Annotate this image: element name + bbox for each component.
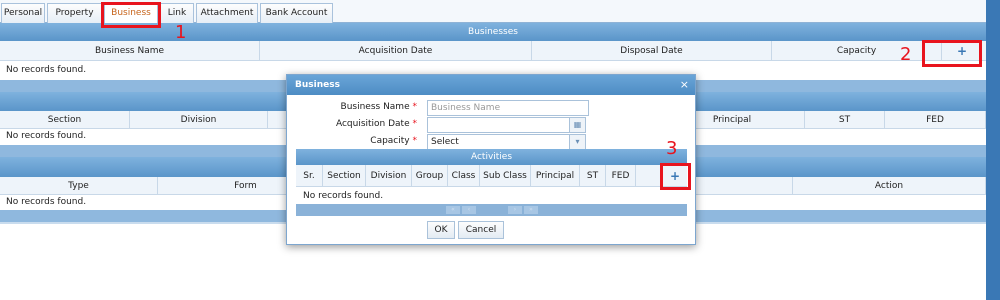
business-name-label: Business Name * xyxy=(287,102,417,112)
activities-empty-text: No records found. xyxy=(303,191,384,201)
prev-page-icon[interactable]: ‹ xyxy=(462,206,476,214)
col-fed[interactable]: FED xyxy=(885,111,986,129)
col-division[interactable]: Division xyxy=(130,111,268,129)
col-activity-class[interactable]: Class xyxy=(448,165,480,187)
col-section[interactable]: Section xyxy=(0,111,130,129)
ok-button[interactable]: OK xyxy=(427,221,455,239)
required-mark: * xyxy=(412,102,418,112)
col-activity-st[interactable]: ST xyxy=(580,165,606,187)
activities-title: Activities xyxy=(470,152,513,162)
col-acquisition-date[interactable]: Acquisition Date xyxy=(260,41,532,61)
acquisition-date-label-text: Acquisition Date xyxy=(335,119,410,129)
businesses-title: Businesses xyxy=(468,27,518,37)
close-icon[interactable]: × xyxy=(680,75,689,95)
businesses-column-header: Business Name Acquisition Date Disposal … xyxy=(0,41,986,61)
col-business-name[interactable]: Business Name xyxy=(0,41,260,61)
required-mark: * xyxy=(412,136,418,146)
col-action[interactable]: Action xyxy=(792,177,986,195)
tab-attachment[interactable]: Attachment xyxy=(196,3,258,23)
business-dialog: Business × Business Name * Business Name… xyxy=(286,74,696,245)
col-activity-sub-class[interactable]: Sub Class xyxy=(480,165,531,187)
acquisition-date-input[interactable] xyxy=(427,117,570,133)
activities-header-bar: Activities xyxy=(296,149,687,165)
annotation-box-1 xyxy=(101,2,161,28)
capacity-label: Capacity * xyxy=(287,136,417,146)
col-activity-group[interactable]: Group xyxy=(412,165,448,187)
businesses-empty-text: No records found. xyxy=(6,65,87,75)
col-activity-fed[interactable]: FED xyxy=(606,165,636,187)
chevron-down-icon[interactable]: ▾ xyxy=(569,134,586,150)
col-disposal-date[interactable]: Disposal Date xyxy=(532,41,772,61)
acquisition-date-label: Acquisition Date * xyxy=(287,119,417,129)
tab-property[interactable]: Property xyxy=(47,3,102,23)
dialog-title: Business xyxy=(295,80,340,90)
col-activity-principal[interactable]: Principal xyxy=(531,165,580,187)
dialog-title-bar[interactable]: Business xyxy=(287,75,695,95)
required-mark: * xyxy=(412,119,418,129)
calendar-icon[interactable]: ▦ xyxy=(569,117,586,133)
section2-empty-text: No records found. xyxy=(6,131,87,141)
tab-link[interactable]: Link xyxy=(160,3,194,23)
activities-pager: « ‹ › » xyxy=(296,204,687,216)
next-page-icon[interactable]: › xyxy=(508,206,522,214)
col-activity-division[interactable]: Division xyxy=(366,165,412,187)
col-activity-section[interactable]: Section xyxy=(323,165,366,187)
last-page-icon[interactable]: » xyxy=(524,206,538,214)
capacity-label-text: Capacity xyxy=(370,136,410,146)
tab-personal[interactable]: Personal xyxy=(1,3,45,23)
annotation-box-3 xyxy=(660,163,691,190)
annotation-number-1: 1 xyxy=(175,22,187,43)
tab-bank-account[interactable]: Bank Account xyxy=(260,3,333,23)
cancel-button[interactable]: Cancel xyxy=(458,221,504,239)
annotation-box-2 xyxy=(922,40,982,67)
business-name-label-text: Business Name xyxy=(340,102,410,112)
scrollbar[interactable] xyxy=(986,0,1000,300)
annotation-number-2: 2 xyxy=(900,44,912,65)
col-st[interactable]: ST xyxy=(805,111,885,129)
activities-column-header: Sr. Section Division Group Class Sub Cla… xyxy=(296,165,687,187)
annotation-number-3: 3 xyxy=(666,138,678,159)
business-name-input[interactable]: Business Name xyxy=(427,100,589,116)
col-type[interactable]: Type xyxy=(0,177,158,195)
col-capacity[interactable]: Capacity xyxy=(772,41,942,61)
first-page-icon[interactable]: « xyxy=(446,206,460,214)
capacity-select[interactable]: Select xyxy=(427,134,570,150)
col-sr[interactable]: Sr. xyxy=(296,165,323,187)
section3-empty-text: No records found. xyxy=(6,197,87,207)
